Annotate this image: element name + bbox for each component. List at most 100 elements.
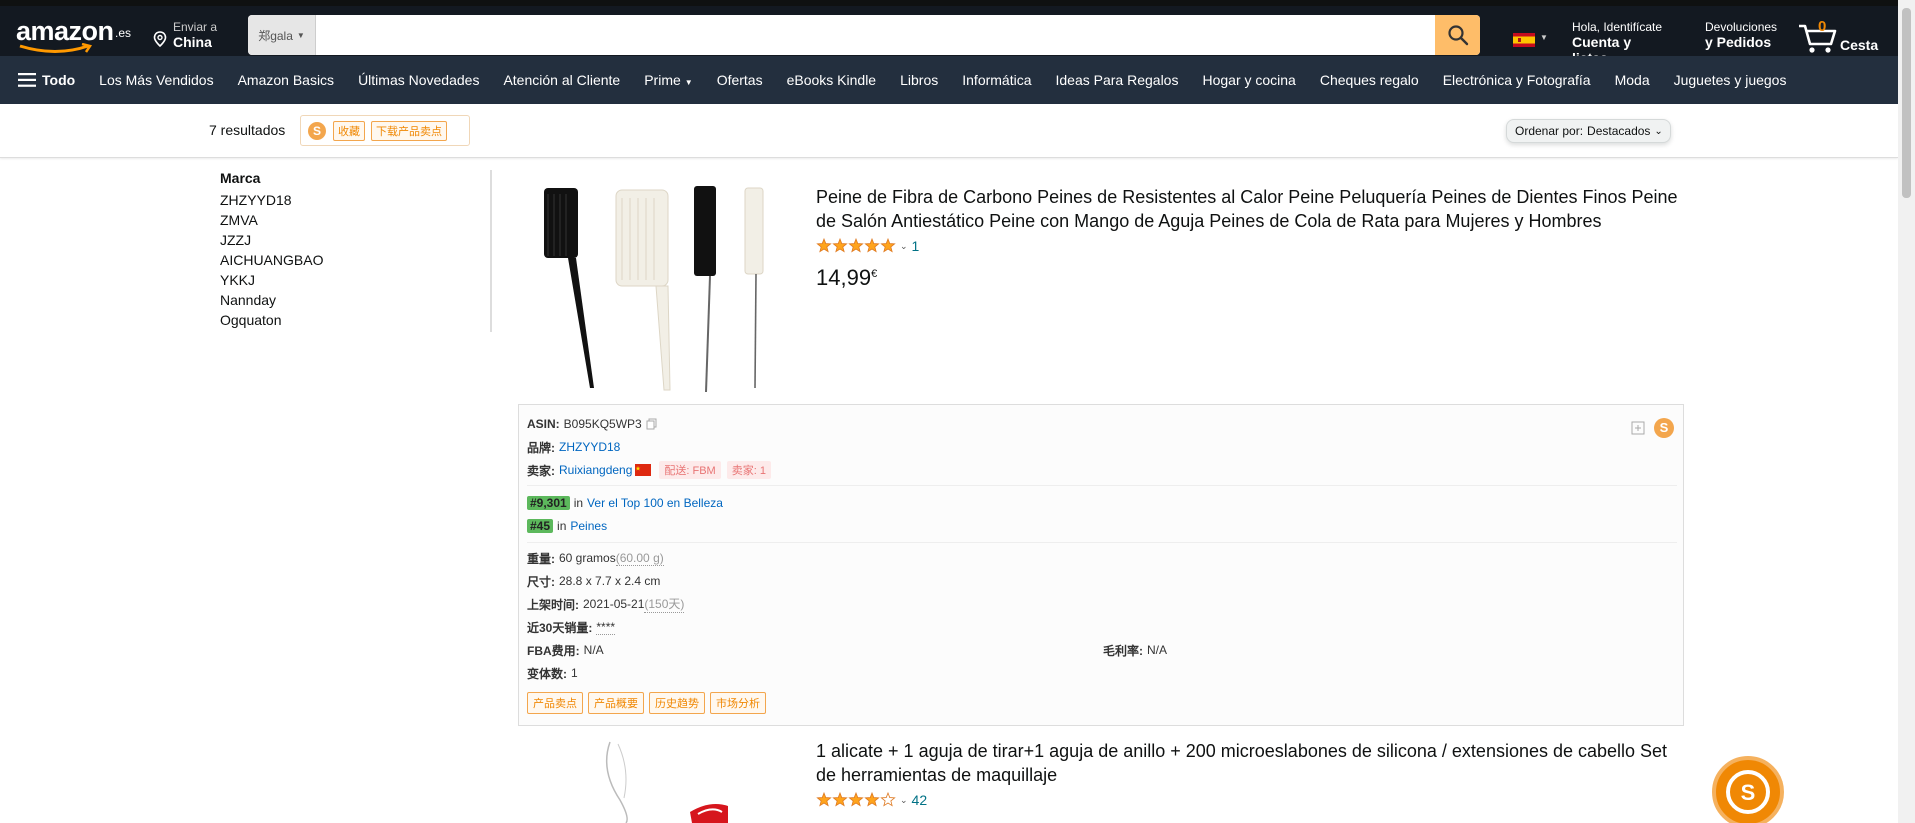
subnav-item-gift-cards[interactable]: Cheques regalo — [1320, 72, 1419, 88]
amazon-logo[interactable]: amazon .es — [16, 16, 134, 54]
star-filled-icon — [832, 238, 848, 253]
brand-filter-item[interactable]: Nannday — [220, 290, 490, 310]
favorite-button[interactable]: 收藏 — [333, 120, 365, 141]
listing-date-label: 上架时间: — [527, 597, 579, 612]
deliver-line2: China — [173, 34, 212, 50]
brand-filter-item[interactable]: YKKJ — [220, 270, 490, 290]
scrollbar-thumb[interactable] — [1902, 8, 1911, 198]
brand-link[interactable]: ZHZYYD18 — [559, 440, 620, 454]
rank-badge: #45 — [527, 519, 554, 533]
subnav-item-amazon-basics[interactable]: Amazon Basics — [238, 72, 334, 88]
sub-navbar: Todo Los Más Vendidos Amazon Basics Últi… — [0, 56, 1898, 104]
plugin-logo-icon[interactable]: S — [307, 121, 327, 141]
subnav-item-home-kitchen[interactable]: Hogar y cocina — [1202, 72, 1295, 88]
cart[interactable]: 0 Cesta — [1797, 18, 1887, 56]
plugin-float-button[interactable]: S — [1712, 756, 1784, 823]
star-filled-icon — [864, 792, 880, 807]
deliver-to[interactable]: Enviar a China — [153, 20, 233, 54]
brand-filter-item[interactable]: Ogquaton — [220, 310, 490, 330]
plugin-toolbar: S 收藏 下载产品卖点 — [300, 115, 470, 146]
cart-label: Cesta — [1840, 37, 1879, 53]
subnav-item-electronics[interactable]: Electrónica y Fotografía — [1443, 72, 1591, 88]
copy-icon[interactable] — [646, 418, 658, 430]
weight-row: 重量: 60 gramos (60.00 g) — [527, 549, 664, 567]
product-rating[interactable]: ⌄ 42 — [816, 792, 927, 808]
rank-in: in — [557, 519, 567, 533]
subnav-item-best-sellers[interactable]: Los Más Vendidos — [99, 72, 213, 88]
listing-date-value: 2021-05-21 — [583, 597, 645, 611]
svg-text:S: S — [313, 124, 321, 138]
returns-orders[interactable]: Devoluciones y Pedidos — [1705, 20, 1785, 50]
subnav-item-new-releases[interactable]: Últimas Novedades — [358, 72, 479, 88]
fba-row: FBA费用: N/A — [527, 641, 604, 659]
product-title[interactable]: Peine de Fibra de Carbono Peines de Resi… — [816, 185, 1686, 233]
smile-arrow-icon — [19, 43, 93, 53]
product-image-tools[interactable] — [600, 740, 740, 823]
product-price: 14,99€ — [816, 265, 877, 291]
rating-count[interactable]: 42 — [912, 792, 928, 808]
rank-category-link[interactable]: Ver el Top 100 en Belleza — [587, 496, 723, 510]
chevron-down-icon: ▼ — [684, 78, 693, 87]
variants-row: 变体数: 1 — [527, 664, 578, 682]
search-category-dropdown[interactable]: 郑gala ▼ — [248, 15, 316, 55]
subnav-item-computers[interactable]: Informática — [962, 72, 1031, 88]
rating-count[interactable]: 1 — [912, 238, 920, 254]
brand-filter-item[interactable]: JZZJ — [220, 230, 490, 250]
asin-label: ASIN: — [527, 417, 560, 431]
search-category-label: 郑gala — [258, 28, 293, 43]
brand-filter-item[interactable]: AICHUANGBAO — [220, 250, 490, 270]
search-button[interactable] — [1435, 15, 1480, 55]
cart-icon — [1799, 24, 1837, 53]
brand-filter-item[interactable]: ZMVA — [220, 210, 490, 230]
page-scrollbar[interactable] — [1898, 0, 1915, 823]
market-analysis-button[interactable]: 市场分析 — [710, 692, 766, 714]
subnav-item-customer-service[interactable]: Atención al Cliente — [503, 72, 620, 88]
collapse-icon[interactable] — [1631, 421, 1645, 435]
brand-filter-item[interactable]: ZHZYYD18 — [220, 190, 490, 210]
asin-value: B095KQ5WP3 — [563, 417, 642, 431]
product-image-combs[interactable] — [530, 180, 780, 400]
account-line1: Hola, Identifícate — [1572, 20, 1663, 34]
seller-link[interactable]: Ruixiangdeng — [559, 463, 632, 477]
subnav-item-gift-ideas[interactable]: Ideas Para Regalos — [1056, 72, 1179, 88]
star-filled-icon — [848, 792, 864, 807]
product-rating[interactable]: ⌄ 1 — [816, 238, 919, 254]
all-menu-label: Todo — [42, 72, 76, 88]
history-trend-button[interactable]: 历史趋势 — [649, 692, 705, 714]
all-menu-button[interactable]: Todo — [18, 72, 75, 88]
chevron-down-icon: ▼ — [296, 30, 305, 40]
subnav-item-prime[interactable]: Prime ▼ — [644, 72, 692, 88]
subnav-item-books[interactable]: Libros — [900, 72, 938, 88]
logo-tld: .es — [115, 26, 132, 40]
rank-badge: #9,301 — [527, 496, 570, 510]
sales-value[interactable]: **** — [596, 620, 616, 635]
subnav-item-fashion[interactable]: Moda — [1615, 72, 1650, 88]
results-count: 7 resultados — [209, 122, 286, 138]
subnav-item-deals[interactable]: Ofertas — [717, 72, 763, 88]
weight-value: 60 gramos — [559, 551, 616, 565]
margin-row: 毛利率: N/A — [1103, 641, 1167, 659]
listing-date-row: 上架时间: 2021-05-21 (150天) — [527, 595, 685, 613]
variants-label: 变体数: — [527, 666, 567, 681]
sort-dropdown[interactable]: Ordenar por: Destacados ⌄ — [1506, 119, 1671, 143]
listing-date-extra: (150天) — [644, 597, 685, 613]
deliver-line1: Enviar a — [173, 20, 218, 34]
variants-value: 1 — [571, 666, 578, 680]
product-summary-button[interactable]: 产品概要 — [588, 692, 644, 714]
language-selector[interactable]: ▼ — [1513, 31, 1551, 51]
results-info-bar: 7 resultados S 收藏 下载产品卖点 Ordenar por: De… — [0, 104, 1898, 158]
download-selling-points-button[interactable]: 下载产品卖点 — [371, 120, 447, 141]
search-icon — [1447, 25, 1468, 46]
weight-label: 重量: — [527, 551, 555, 566]
subnav-item-toys[interactable]: Juguetes y juegos — [1674, 72, 1787, 88]
product-title[interactable]: 1 alicate + 1 aguja de tirar+1 aguja de … — [816, 739, 1686, 787]
subnav-item-kindle[interactable]: eBooks Kindle — [787, 72, 877, 88]
selling-points-button[interactable]: 产品卖点 — [527, 692, 583, 714]
plugin-logo-icon[interactable]: S — [1653, 417, 1675, 439]
star-empty-icon — [880, 792, 896, 807]
search-input[interactable] — [316, 15, 1435, 55]
chevron-down-icon: ⌄ — [900, 794, 908, 805]
subnav-item-prime-label: Prime — [644, 72, 681, 88]
rank-category-link[interactable]: Peines — [570, 519, 607, 533]
brand-filter-heading: Marca — [220, 170, 261, 186]
